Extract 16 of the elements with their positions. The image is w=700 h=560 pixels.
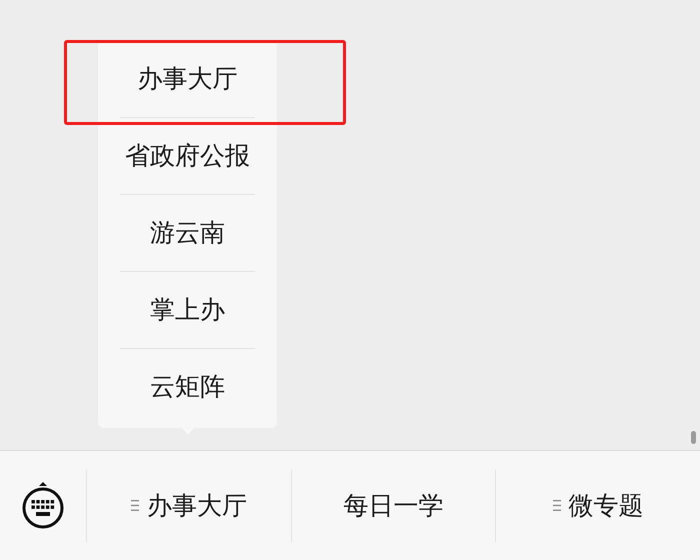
menu-tab[interactable]: 每日一学 (290, 470, 496, 542)
menu-item[interactable]: 游云南 (64, 194, 346, 271)
menu-item-label: 掌上办 (150, 294, 225, 326)
menu-item[interactable]: 云矩阵 (64, 348, 346, 425)
menu-item[interactable]: 办事大厅 (64, 40, 346, 125)
scrollbar (691, 431, 696, 444)
menu-item-label: 云矩阵 (150, 371, 225, 403)
menu-tab[interactable]: 微专题 (495, 470, 700, 542)
keyboard-icon[interactable] (21, 480, 65, 532)
menu-icon (130, 500, 139, 511)
menu-tab[interactable]: 办事大厅 (86, 470, 291, 542)
menu-icon (552, 500, 561, 511)
menu-item-label: 省政府公报 (125, 140, 250, 172)
menu-item-label: 办事大厅 (138, 63, 238, 95)
menu-item[interactable]: 掌上办 (64, 271, 346, 348)
menu-item-label: 游云南 (150, 217, 225, 249)
